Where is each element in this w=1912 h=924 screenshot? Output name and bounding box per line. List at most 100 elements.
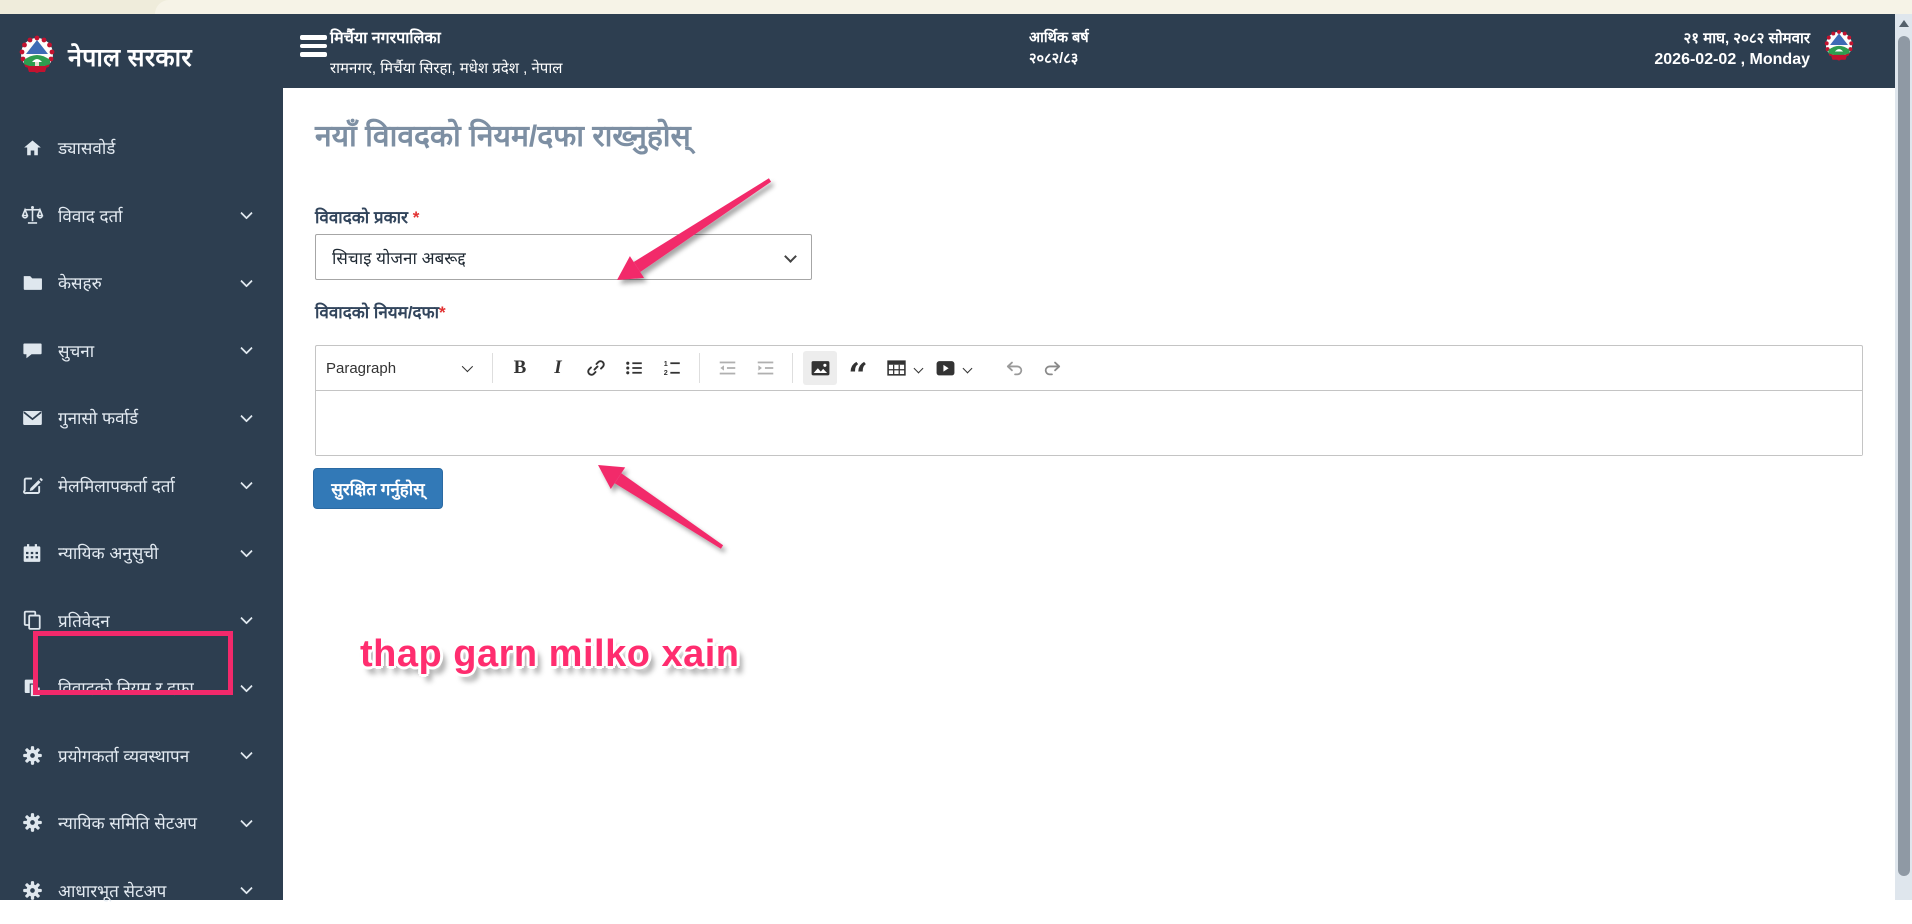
sidebar-item-notice[interactable]: सुचना [0,317,283,385]
numbered-list-button[interactable]: 12 [655,351,689,385]
chevron-down-icon [240,680,253,693]
bold-button[interactable]: B [503,351,537,385]
insert-image-button[interactable] [803,351,837,385]
quote-icon: “ [848,355,868,381]
scrollbar-up-button[interactable] [1895,14,1912,32]
bulleted-list-button[interactable] [617,351,651,385]
dispute-type-select[interactable]: सिचाइ योजना अबरूद्द [315,234,812,280]
chevron-down-icon [240,815,253,828]
sidebar-item-dispute-registration[interactable]: विवाद दर्ता [0,182,283,250]
sidebar-item-basic-setup[interactable]: आधारभूत सेटअप [0,857,283,924]
fiscal-year-value: २०८२/८३ [1029,49,1089,70]
chevron-down-icon [784,250,797,263]
sidebar-item-label: गुनासो फर्वार्ड [58,406,138,429]
chevron-down-icon [240,342,253,355]
table-dropdown-chevron-icon[interactable] [914,363,924,373]
sidebar-item-label: मेलमिलापकर्ता दर्ता [58,474,175,497]
sidebar-item-label: विवाद दर्ता [58,204,123,227]
sidebar-item-complaint-forward[interactable]: गुनासो फर्वार्ड [0,384,283,452]
toolbar-separator [792,353,793,383]
top-header: मिर्चैया नगरपालिका रामनगर, मिर्चैया सिरह… [283,14,1895,88]
folder-icon [20,272,44,294]
gear-icon [20,744,44,766]
sidebar-item-judicial-committee-setup[interactable]: न्यायिक समिति सेटअप [0,789,283,857]
brand-title: नेपाल सरकार [68,40,192,74]
media-dropdown-chevron-icon[interactable] [963,363,973,373]
bold-icon: B [514,357,527,379]
chevron-down-icon [240,207,253,220]
dispute-type-selected-value: सिचाइ योजना अबरूद्द [332,246,466,269]
dispute-rule-label: विवादको नियम/दफा* [315,300,446,323]
sidebar-item-label: प्रयोगकर्ता व्यवस्थापन [58,744,189,767]
chevron-down-icon [240,410,253,423]
sidebar-item-cases[interactable]: केसहरु [0,249,283,317]
toolbar-separator [699,353,700,383]
hamburger-menu-icon[interactable] [300,35,327,57]
scrollbar-thumb[interactable] [1898,36,1910,876]
header-date-block: २१ माघ, २०८२ सोमवार 2026-02-02 , Monday [1654,28,1810,71]
sidebar-item-label: ड्यासवोर्ड [58,136,115,159]
block-quote-button[interactable]: “ [841,351,875,385]
chevron-down-icon [240,275,253,288]
sidebar-item-label: सुचना [58,339,94,362]
browser-top-strip-tab [155,0,1912,14]
undo-button[interactable] [997,351,1031,385]
insert-table-button[interactable] [879,351,913,385]
sidebar-item-judicial-schedule[interactable]: न्यायिक अनुसुची [0,519,283,587]
indent-button[interactable] [748,351,782,385]
chevron-down-icon [462,361,473,372]
copy-icon [20,609,44,631]
comment-icon [20,339,44,361]
numbered-list-icon: 12 [662,358,682,378]
chevron-down-icon [240,612,253,625]
link-button[interactable] [579,351,613,385]
gear-icon [20,879,44,901]
editor-content-area[interactable] [316,391,1862,455]
svg-text:1: 1 [664,359,668,368]
fiscal-year-label: आर्थिक बर्ष [1029,28,1089,49]
paragraph-dropdown[interactable]: Paragraph [326,360,484,377]
italic-icon: I [554,357,561,379]
calendar-icon [20,542,44,564]
redo-button[interactable] [1035,351,1069,385]
save-button[interactable]: सुरक्षित गर्नुहोस् [313,468,443,509]
table-icon [886,358,907,378]
annotation-note-text: thap garn milko xain [360,633,740,676]
pen-square-icon [20,474,44,496]
outdent-button[interactable] [710,351,744,385]
image-icon [810,358,831,378]
gear-icon [20,812,44,834]
date-nepali: २१ माघ, २०८२ सोमवार [1654,28,1810,49]
vertical-scrollbar[interactable] [1895,14,1912,900]
link-icon [586,358,606,378]
envelope-icon [20,407,44,429]
municipality-name: मिर्चैया नगरपालिका [330,26,562,48]
editor-toolbar: Paragraph B I [316,346,1862,391]
rich-text-editor: Paragraph B I [315,345,1863,456]
sidebar-item-label: आधारभूत सेटअप [58,879,166,902]
nepal-emblem-icon [1823,27,1855,68]
arrow-up-icon [1899,20,1909,27]
insert-media-button[interactable] [928,351,962,385]
svg-text:2: 2 [664,368,668,377]
sidebar-item-mediator-registration[interactable]: मेलमिलापकर्ता दर्ता [0,452,283,520]
annotation-highlight-box [33,631,233,695]
sidebar-item-label: प्रतिवेदन [58,609,110,632]
scales-icon [20,204,44,226]
sidebar-item-dashboard[interactable]: ड्यासवोर्ड [0,114,283,182]
date-english: 2026-02-02 , Monday [1654,49,1810,71]
brand: नेपाल सरकार [0,14,283,95]
italic-button[interactable]: I [541,351,575,385]
media-icon [935,358,956,378]
main-content: नयाँ विावदको नियम/दफा राख्नुहोस् विवादको… [283,88,1895,900]
chevron-down-icon [240,545,253,558]
nepal-emblem-icon [18,32,56,81]
indent-icon [755,358,776,378]
outdent-icon [717,358,738,378]
sidebar-item-user-management[interactable]: प्रयोगकर्ता व्यवस्थापन [0,722,283,790]
required-asterisk: * [413,208,420,227]
municipality-block: मिर्चैया नगरपालिका रामनगर, मिर्चैया सिरह… [330,26,562,78]
redo-icon [1042,358,1063,378]
required-asterisk: * [439,303,446,322]
sidebar-nav: ड्यासवोर्ड विवाद दर्ता [0,114,283,924]
